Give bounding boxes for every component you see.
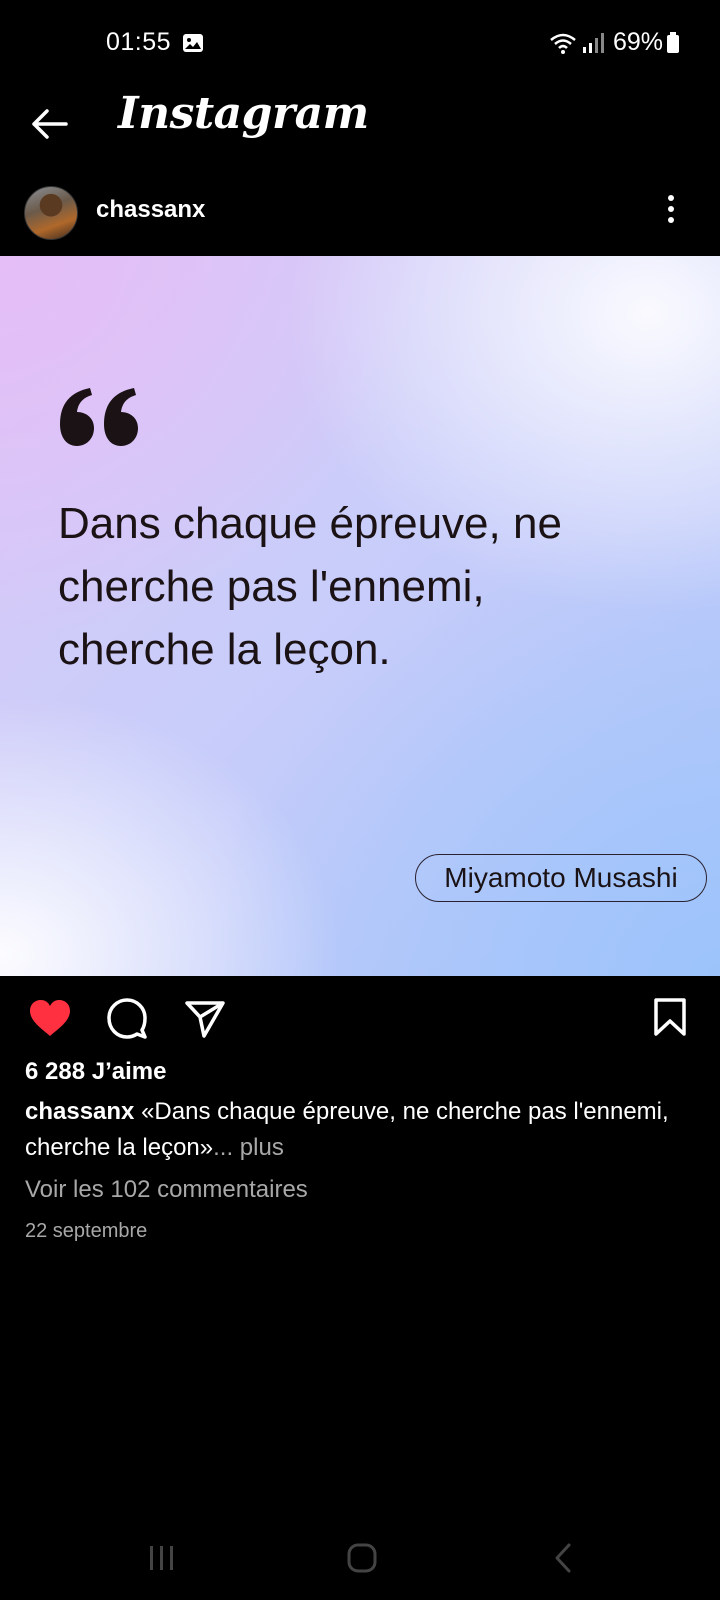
post-image[interactable]: Dans chaque épreuve, ne cherche pas l'en…: [0, 256, 720, 976]
post-date: 22 septembre: [25, 1220, 148, 1242]
avatar[interactable]: [24, 186, 78, 240]
battery-percentage: 69%: [613, 28, 664, 56]
app-header: Instagram: [0, 88, 720, 176]
nav-back-icon[interactable]: [552, 1542, 574, 1579]
app-logo: Instagram: [118, 88, 369, 139]
caption-username[interactable]: chassanx: [25, 1098, 134, 1125]
caption-more-link[interactable]: ... plus: [213, 1134, 284, 1161]
view-comments-link[interactable]: Voir les 102 commentaires: [25, 1176, 308, 1204]
quote-line: cherche la leçon.: [58, 625, 391, 674]
battery-icon: [666, 32, 680, 59]
more-vertical-icon[interactable]: [666, 194, 676, 229]
status-bar: 01:55 69%: [0, 0, 720, 88]
post-username[interactable]: chassanx: [96, 196, 205, 224]
system-nav-bar: [0, 1520, 720, 1600]
quote-text: Dans chaque épreuve, ne cherche pas l'en…: [58, 492, 668, 681]
post-header: chassanx: [0, 180, 720, 256]
heart-filled-icon[interactable]: [28, 998, 72, 1043]
post-action-bar: [0, 976, 720, 1056]
gallery-icon: [182, 33, 204, 58]
status-time: 01:55: [106, 28, 172, 56]
post-caption: chassanx «Dans chaque épreuve, ne cherch…: [25, 1094, 705, 1166]
arrow-left-icon[interactable]: [28, 103, 70, 150]
quote-line: cherche pas l'ennemi,: [58, 562, 485, 611]
quote-line: Dans chaque épreuve, ne: [58, 499, 562, 548]
send-icon[interactable]: [184, 999, 226, 1044]
signal-icon: [582, 32, 606, 59]
recent-apps-icon[interactable]: [148, 1544, 176, 1577]
bookmark-icon[interactable]: [652, 997, 688, 1042]
quote-mark-icon: [58, 386, 142, 453]
like-count[interactable]: 6 288 J’aime: [25, 1058, 166, 1086]
comment-icon[interactable]: [106, 997, 148, 1044]
wifi-icon: [548, 31, 578, 60]
author-badge: Miyamoto Musashi: [415, 854, 707, 902]
home-icon[interactable]: [346, 1542, 378, 1579]
